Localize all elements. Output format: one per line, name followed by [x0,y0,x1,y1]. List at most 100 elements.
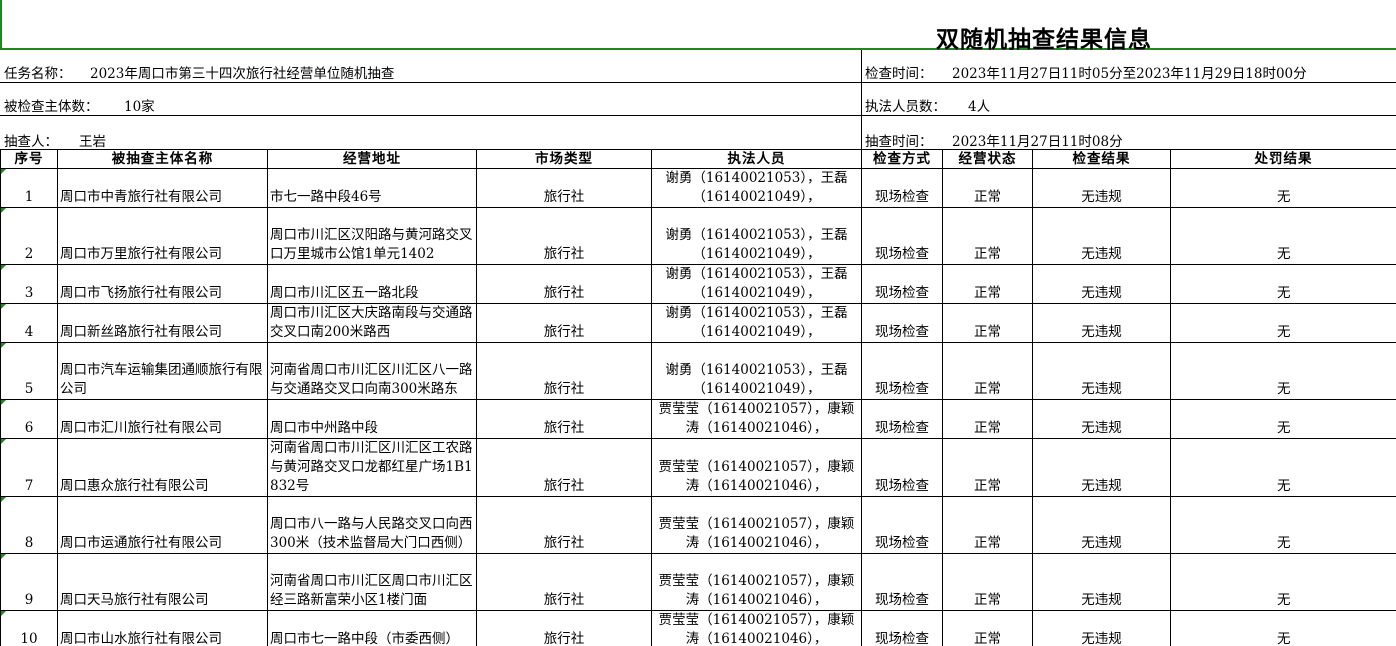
row-status: 正常 [942,168,1033,208]
cell-marker [1,265,6,270]
col-header-market-type: 市场类型 [476,149,652,169]
row-number: 10 [0,610,58,646]
row-number: 2 [0,207,58,265]
row-number: 3 [0,264,58,304]
row-penalty: 无 [1170,168,1396,208]
row-subject-name: 周口新丝路旅行社有限公司 [57,303,268,343]
table-row: 1 周口市中青旅行社有限公司 市七一路中段46号 旅行社 谢勇（16140021053）… [0,168,1396,208]
row-officers: 贾莹莹（16140021057），康颖涛（16140021046）， [651,438,862,497]
cell-marker [1,208,6,213]
row-subject-name: 周口市山水旅行社有限公司 [57,610,268,646]
col-header-result: 检查结果 [1032,149,1171,169]
row-method: 现场检查 [861,553,943,611]
col-header-method: 检查方式 [861,149,943,169]
table-row: 8 周口市运通旅行社有限公司 周口市八一路与人民路交叉口向西300米（技术监督局大门… [0,496,1396,554]
table-row: 4 周口新丝路旅行社有限公司 周口市川汇区大庆路南段与交通路交叉口南200米路西 旅行… [0,303,1396,343]
cell-marker [1,304,6,309]
sample-time-label: 抽查时间： [865,134,933,150]
row-number: 1 [0,168,58,208]
sampler-value: 王岩 [79,134,106,150]
row-address: 河南省周口市川汇区川汇区八一路与交通路交叉口向南300米路东 [267,342,477,400]
row-result: 无违规 [1032,553,1171,611]
row-number: 6 [0,399,58,439]
table-row: 10 周口市山水旅行社有限公司 周口市七一路中段（市委西侧） 旅行社 贾莹莹（16140… [0,610,1396,646]
row-market-type: 旅行社 [476,399,652,439]
table-row: 6 周口市汇川旅行社有限公司 周口市中州路中段 旅行社 贾莹莹（16140021057）… [0,399,1396,439]
row-result: 无违规 [1032,496,1171,554]
officer-count-value: 4人 [968,99,991,115]
row-method: 现场检查 [861,610,943,646]
row-officers: 谢勇（16140021053），王磊（16140021049）， [651,264,862,304]
row-method: 现场检查 [861,438,943,497]
row-subject-name: 周口市汇川旅行社有限公司 [57,399,268,439]
row-method: 现场检查 [861,303,943,343]
row-method: 现场检查 [861,399,943,439]
row-market-type: 旅行社 [476,496,652,554]
row-officers: 谢勇（16140021053），王磊（16140021049）， [651,342,862,400]
table-header-row: 序号 被抽查主体名称 经营地址 市场类型 执法人员 检查方式 经营状态 检查结果… [0,149,1396,169]
row-subject-name: 周口市万里旅行社有限公司 [57,207,268,265]
row-status: 正常 [942,264,1033,304]
row-number: 5 [0,342,58,400]
row-penalty: 无 [1170,342,1396,400]
row-penalty: 无 [1170,610,1396,646]
row-status: 正常 [942,438,1033,497]
row-market-type: 旅行社 [476,168,652,208]
table-row: 9 周口天马旅行社有限公司 河南省周口市川汇区周口市川汇区经三路新富荣小区1楼门面旅… [0,553,1396,611]
row-subject-name: 周口市运通旅行社有限公司 [57,496,268,554]
row-market-type: 旅行社 [476,264,652,304]
subject-count-value: 10家 [124,99,155,115]
row-number: 4 [0,303,58,343]
row-result: 无违规 [1032,207,1171,265]
row-penalty: 无 [1170,438,1396,497]
row-address: 周口市八一路与人民路交叉口向西300米（技术监督局大门口西侧） [267,496,477,554]
row-status: 正常 [942,303,1033,343]
row-method: 现场检查 [861,264,943,304]
row-subject-name: 周口市中青旅行社有限公司 [57,168,268,208]
col-header-officers: 执法人员 [651,149,862,169]
cell-marker [1,554,6,559]
row-status: 正常 [942,207,1033,265]
row-result: 无违规 [1032,168,1171,208]
sample-time-value: 2023年11月27日11时08分 [952,134,1123,150]
row-subject-name: 周口市飞扬旅行社有限公司 [57,264,268,304]
row-method: 现场检查 [861,496,943,554]
col-header-no: 序号 [0,149,58,169]
row-address: 周口市川汇区汉阳路与黄河路交叉口万里城市公馆1单元1402 [267,207,477,265]
row-market-type: 旅行社 [476,303,652,343]
col-header-name: 被抽查主体名称 [57,149,268,169]
row-method: 现场检查 [861,342,943,400]
row-address: 河南省周口市川汇区川汇区工农路与黄河路交叉口龙都红星广场1B1832号 [267,438,477,497]
row-officers: 贾莹莹（16140021057），康颖涛（16140021046）， [651,399,862,439]
page-title: 双随机抽查结果信息 [936,27,1152,53]
row-officers: 谢勇（16140021053），王磊（16140021049）， [651,207,862,265]
row-method: 现场检查 [861,207,943,265]
cell-marker [1,343,6,348]
row-status: 正常 [942,553,1033,611]
table-row: 5 周口市汽车运输集团通顺旅行有限公司 河南省周口市川汇区川汇区八一路与交通路交叉口… [0,342,1396,400]
table-row: 2 周口市万里旅行社有限公司 周口市川汇区汉阳路与黄河路交叉口万里城市公馆1单元14… [0,207,1396,265]
table-row: 7 周口惠众旅行社有限公司 河南省周口市川汇区川汇区工农路与黄河路交叉口龙都红星广场… [0,438,1396,497]
row-address: 市七一路中段46号 [267,168,477,208]
row-penalty: 无 [1170,207,1396,265]
row-address: 周口市川汇区大庆路南段与交通路交叉口南200米路西 [267,303,477,343]
col-header-penalty: 处罚结果 [1170,149,1396,169]
row-number: 7 [0,438,58,497]
subject-count-label: 被检查主体数： [4,99,99,115]
row-result: 无违规 [1032,399,1171,439]
row-address: 周口市七一路中段（市委西侧） [267,610,477,646]
row-subject-name: 周口惠众旅行社有限公司 [57,438,268,497]
meta-row-count: 被检查主体数： 10家 执法人员数： 4人 [0,83,1396,116]
cell-marker [1,400,6,405]
row-result: 无违规 [1032,438,1171,497]
row-penalty: 无 [1170,399,1396,439]
cell-marker [1,439,6,444]
results-table: 序号 被抽查主体名称 经营地址 市场类型 执法人员 检查方式 经营状态 检查结果… [0,149,1396,646]
row-status: 正常 [942,496,1033,554]
row-number: 9 [0,553,58,611]
row-subject-name: 周口天马旅行社有限公司 [57,553,268,611]
title-band: 双随机抽查结果信息 [0,0,1396,53]
row-penalty: 无 [1170,303,1396,343]
row-officers: 谢勇（16140021053），王磊（16140021049）， [651,303,862,343]
row-status: 正常 [942,342,1033,400]
